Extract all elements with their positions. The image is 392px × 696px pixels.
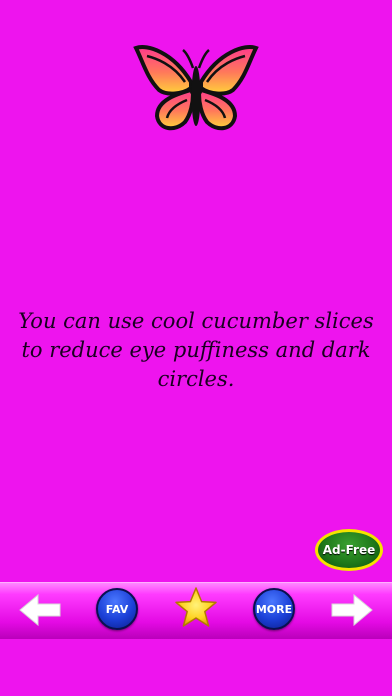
butterfly-logo-icon	[133, 45, 259, 131]
ad-free-button[interactable]: Ad-Free	[315, 529, 383, 571]
arrow-right-icon[interactable]	[328, 590, 376, 630]
arrow-left-icon[interactable]	[16, 590, 64, 630]
more-button[interactable]: MORE	[253, 588, 295, 630]
tip-text: You can use cool cucumber slices to redu…	[18, 309, 374, 391]
star-icon[interactable]	[174, 586, 218, 630]
fav-button[interactable]: FAV	[96, 588, 138, 630]
